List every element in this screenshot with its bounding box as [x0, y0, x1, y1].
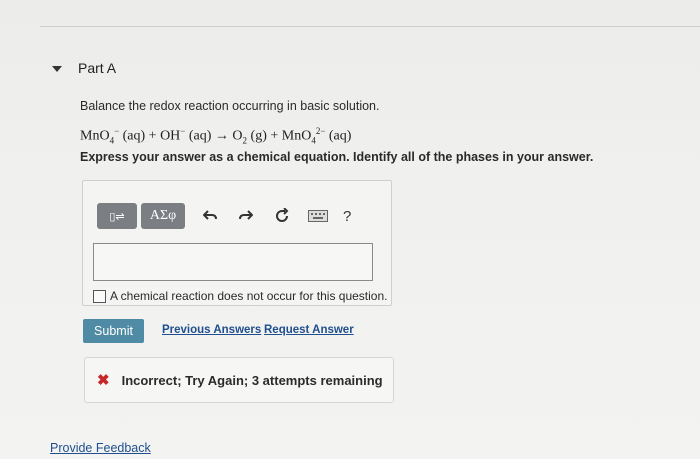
greek-symbols-label: ΑΣφ — [149, 208, 177, 223]
request-answer-link[interactable]: Request Answer — [264, 324, 354, 336]
no-reaction-label: A chemical reaction does not occur for t… — [110, 289, 388, 303]
answer-panel: ▯⇌ ΑΣφ ? A chemical reaction does not oc… — [82, 180, 392, 306]
provide-feedback-link[interactable]: Provide Feedback — [50, 441, 151, 455]
eq-part-5: (aq) — [328, 128, 352, 144]
part-header[interactable]: Part A — [52, 60, 116, 76]
eq-mno4-sub: 4 — [109, 135, 115, 146]
feedback-message: ✖ Incorrect; Try Again; 3 attempts remai… — [84, 357, 394, 403]
eq-mno4: MnO — [80, 128, 110, 144]
help-button[interactable]: ? — [343, 208, 351, 225]
eq-oh-charge: − — [180, 126, 186, 136]
templates-button[interactable]: ▯⇌ — [97, 203, 137, 229]
no-reaction-checkbox[interactable] — [93, 289, 106, 303]
eq-o2-sub: 2 — [242, 135, 248, 146]
previous-answers-link[interactable]: Previous Answers — [162, 324, 261, 336]
submit-button[interactable]: Submit — [83, 319, 144, 343]
math-toolbar: ▯⇌ ΑΣφ ? — [97, 203, 351, 229]
question-prompt: Balance the redox reaction occurring in … — [80, 99, 380, 113]
feedback-status: Incorrect; Try Again; 3 attempts remaini… — [121, 372, 383, 388]
templates-icon: ▯⇌ — [109, 210, 125, 223]
eq-mno4-2-sub: 4 — [311, 135, 316, 146]
chevron-down-icon[interactable] — [52, 66, 62, 72]
chemical-equation: MnO4− (aq) + OH− (aq) → O2 (g) + MnO42− … — [80, 126, 351, 145]
reset-icon[interactable] — [271, 205, 293, 227]
answer-instruction: Express your answer as a chemical equati… — [80, 150, 594, 164]
no-reaction-option[interactable]: A chemical reaction does not occur for t… — [93, 289, 387, 303]
incorrect-icon: ✖ — [97, 372, 110, 389]
greek-symbols-button[interactable]: ΑΣφ — [141, 203, 185, 229]
eq-part-4: (g) + MnO — [250, 128, 312, 144]
part-title: Part A — [78, 60, 117, 76]
redo-icon[interactable] — [235, 205, 257, 227]
eq-part-3: (aq) → O — [188, 128, 243, 144]
page: Part A Balance the redox reaction occurr… — [0, 0, 700, 459]
eq-part-2: (aq) + OH — [122, 128, 181, 144]
undo-icon[interactable] — [199, 205, 221, 227]
top-divider — [40, 26, 700, 27]
keyboard-icon[interactable] — [307, 205, 329, 227]
eq-mno4-2-charge: 2− — [315, 126, 326, 136]
answer-input[interactable] — [93, 243, 373, 281]
eq-mno4-charge: − — [114, 126, 120, 136]
